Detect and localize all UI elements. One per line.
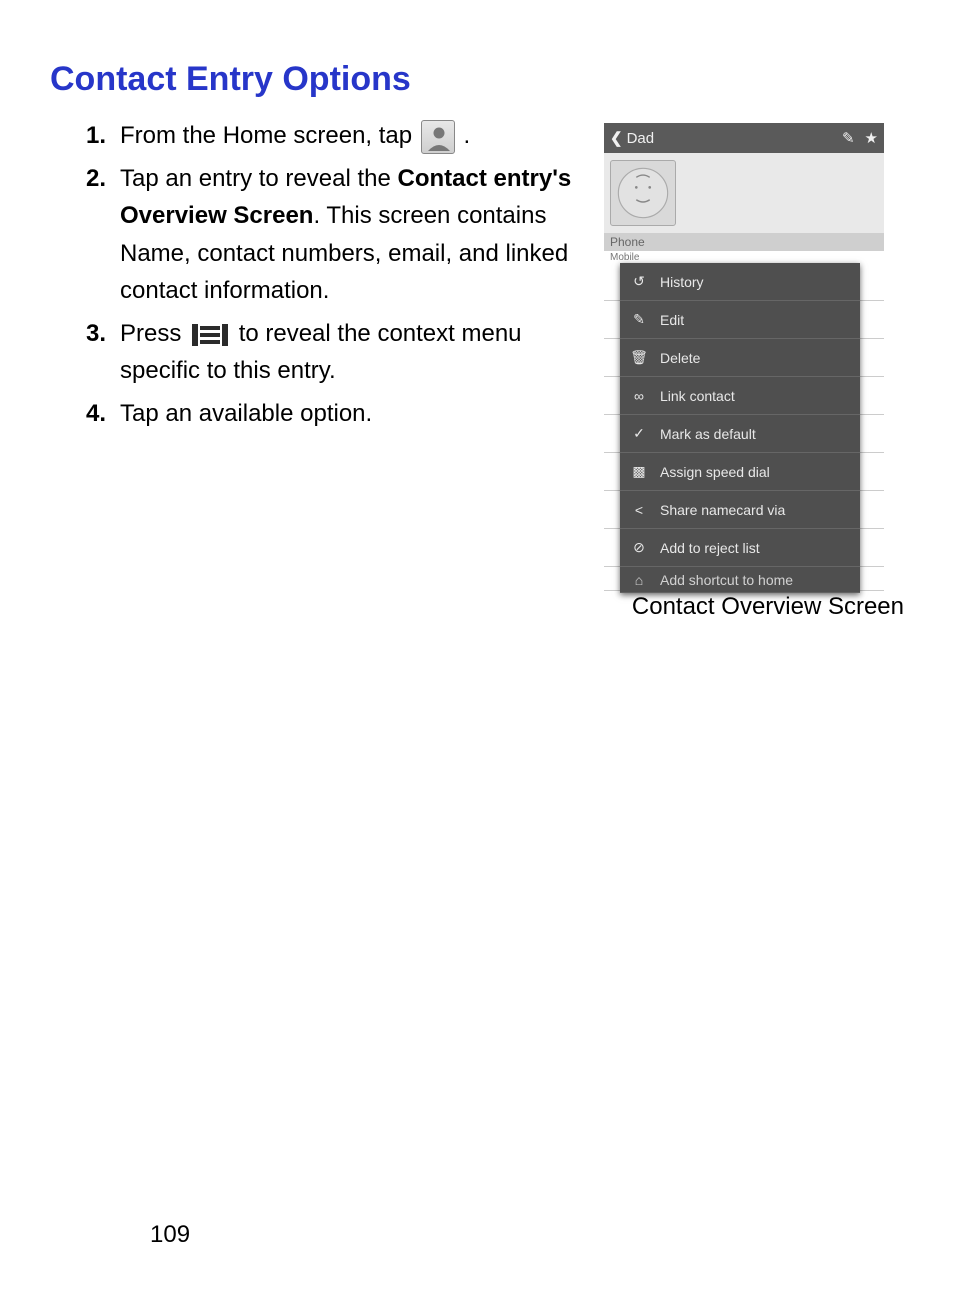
step-text: Press xyxy=(120,320,188,347)
menu-item-shortcut[interactable]: ⌂ Add shortcut to home xyxy=(620,567,860,593)
step-number: 1. xyxy=(50,117,120,154)
history-icon: ↺ xyxy=(630,273,648,290)
context-menu: ↺ History ✎ Edit 🗑 Delete ∞ Link contact xyxy=(620,263,860,593)
home-icon: ⌂ xyxy=(630,572,648,588)
menu-item-speed-dial[interactable]: ▩ Assign speed dial xyxy=(620,453,860,491)
menu-label: Add to reject list xyxy=(660,540,760,556)
step-number: 2. xyxy=(50,160,120,309)
pencil-icon: ✎ xyxy=(630,311,648,328)
step-2: 2. Tap an entry to reveal the Contact en… xyxy=(50,160,584,309)
link-icon: ∞ xyxy=(630,388,648,404)
step-4: 4. Tap an available option. xyxy=(50,395,584,432)
screenshot-column: ❮ Dad ✎ ★ Phone Mobile xyxy=(604,117,904,621)
step-text: Tap an entry to reveal the xyxy=(120,165,398,192)
share-icon: < xyxy=(630,502,648,518)
contacts-icon xyxy=(421,120,455,154)
menu-item-delete[interactable]: 🗑 Delete xyxy=(620,339,860,377)
check-icon: ✓ xyxy=(630,425,648,442)
menu-label: Delete xyxy=(660,350,700,366)
step-3: 3. Press to reveal the context menu spec… xyxy=(50,315,584,389)
phone-screenshot: ❮ Dad ✎ ★ Phone Mobile xyxy=(604,123,884,591)
menu-label: Link contact xyxy=(660,388,735,404)
mobile-label: Mobile xyxy=(604,251,884,263)
menu-label: History xyxy=(660,274,704,290)
instructions-column: 1. From the Home screen, tap . 2. Tap an… xyxy=(50,117,584,621)
dial-icon: ▩ xyxy=(630,463,648,480)
menu-item-share[interactable]: < Share namecard via xyxy=(620,491,860,529)
back-chevron-icon[interactable]: ❮ xyxy=(610,129,623,147)
menu-item-default[interactable]: ✓ Mark as default xyxy=(620,415,860,453)
menu-label: Mark as default xyxy=(660,426,756,442)
step-1: 1. From the Home screen, tap . xyxy=(50,117,584,154)
step-text: Tap an available option. xyxy=(120,400,372,427)
contact-name: Dad xyxy=(627,130,832,147)
menu-item-history[interactable]: ↺ History xyxy=(620,263,860,301)
menu-item-edit[interactable]: ✎ Edit xyxy=(620,301,860,339)
menu-label: Share namecard via xyxy=(660,502,785,518)
step-number: 4. xyxy=(50,395,120,432)
trash-icon: 🗑 xyxy=(630,349,648,366)
step-number: 3. xyxy=(50,315,120,389)
menu-label: Edit xyxy=(660,312,684,328)
page-number: 109 xyxy=(150,1221,190,1249)
section-heading: Contact Entry Options xyxy=(50,60,904,99)
step-text: . xyxy=(463,122,470,149)
star-icon[interactable]: ★ xyxy=(865,129,878,147)
step-text: From the Home screen, tap xyxy=(120,122,419,149)
menu-item-reject[interactable]: ⊘ Add to reject list xyxy=(620,529,860,567)
phone-section-label: Phone xyxy=(604,233,884,251)
contact-photo-row xyxy=(604,153,884,233)
menu-label: Assign speed dial xyxy=(660,464,770,480)
edit-icon[interactable]: ✎ xyxy=(842,129,855,147)
menu-icon xyxy=(190,322,230,348)
menu-label: Add shortcut to home xyxy=(660,572,793,588)
avatar[interactable] xyxy=(610,160,676,226)
figure-caption: Contact Overview Screen xyxy=(604,593,904,621)
menu-item-link[interactable]: ∞ Link contact xyxy=(620,377,860,415)
contact-titlebar: ❮ Dad ✎ ★ xyxy=(604,123,884,153)
block-icon: ⊘ xyxy=(630,539,648,556)
